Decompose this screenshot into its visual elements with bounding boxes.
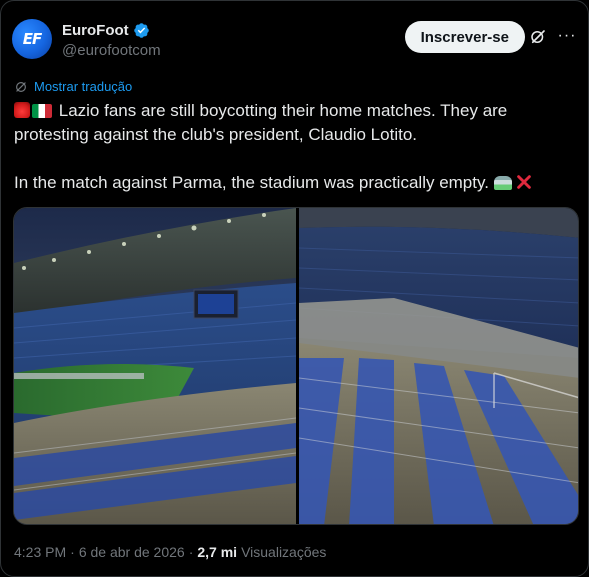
author-info: EuroFoot @eurofootcom bbox=[62, 22, 161, 59]
rotating-light-icon bbox=[14, 102, 30, 118]
verified-badge-icon bbox=[133, 23, 149, 38]
tweet-line-2: protesting against the club's president,… bbox=[14, 123, 574, 147]
grok-icon[interactable] bbox=[529, 28, 547, 46]
tweet-line-3: In the match against Parma, the stadium … bbox=[14, 171, 574, 195]
avatar-logo: EF bbox=[22, 30, 42, 48]
tweet-line-1: Lazio fans are still boycotting their ho… bbox=[14, 99, 574, 123]
post-date[interactable]: 6 de abr de 2026 bbox=[79, 544, 185, 560]
views-label: Visualizações bbox=[241, 544, 327, 560]
cross-mark-icon bbox=[516, 175, 531, 189]
subscribe-button[interactable]: Inscrever-se bbox=[404, 21, 525, 53]
tweet-footer: 4:23 PM · 6 de abr de 2026 · 2,7 mi Visu… bbox=[14, 544, 326, 560]
italy-flag-icon bbox=[32, 104, 52, 118]
tweet-header: EF EuroFoot @eurofootcom Inscrever-se ··… bbox=[12, 18, 577, 62]
left-photo bbox=[14, 208, 297, 524]
tweet-text-line-2: protesting against the club's president,… bbox=[14, 125, 417, 144]
tweet-body: Lazio fans are still boycotting their ho… bbox=[14, 99, 574, 195]
stadium-photos bbox=[14, 208, 578, 524]
footer-separator-2: · bbox=[188, 544, 194, 560]
avatar[interactable]: EF bbox=[12, 19, 52, 59]
display-name[interactable]: EuroFoot bbox=[62, 22, 129, 39]
tweet-text-line-3: In the match against Parma, the stadium … bbox=[14, 173, 489, 192]
stadium-icon bbox=[493, 176, 512, 190]
tweet-text-line-1: Lazio fans are still boycotting their ho… bbox=[58, 101, 508, 120]
right-photo bbox=[298, 208, 578, 524]
views-count: 2,7 mi bbox=[197, 544, 238, 560]
footer-separator: · bbox=[70, 544, 75, 560]
more-icon[interactable]: ··· bbox=[557, 26, 577, 46]
translate-icon bbox=[16, 81, 26, 92]
handle[interactable]: @eurofootcom bbox=[62, 42, 161, 59]
translate-label[interactable]: Mostrar tradução bbox=[34, 79, 132, 94]
tweet-media[interactable] bbox=[13, 207, 579, 525]
post-time[interactable]: 4:23 PM bbox=[14, 544, 66, 560]
translate-link[interactable]: Mostrar tradução bbox=[14, 79, 132, 94]
